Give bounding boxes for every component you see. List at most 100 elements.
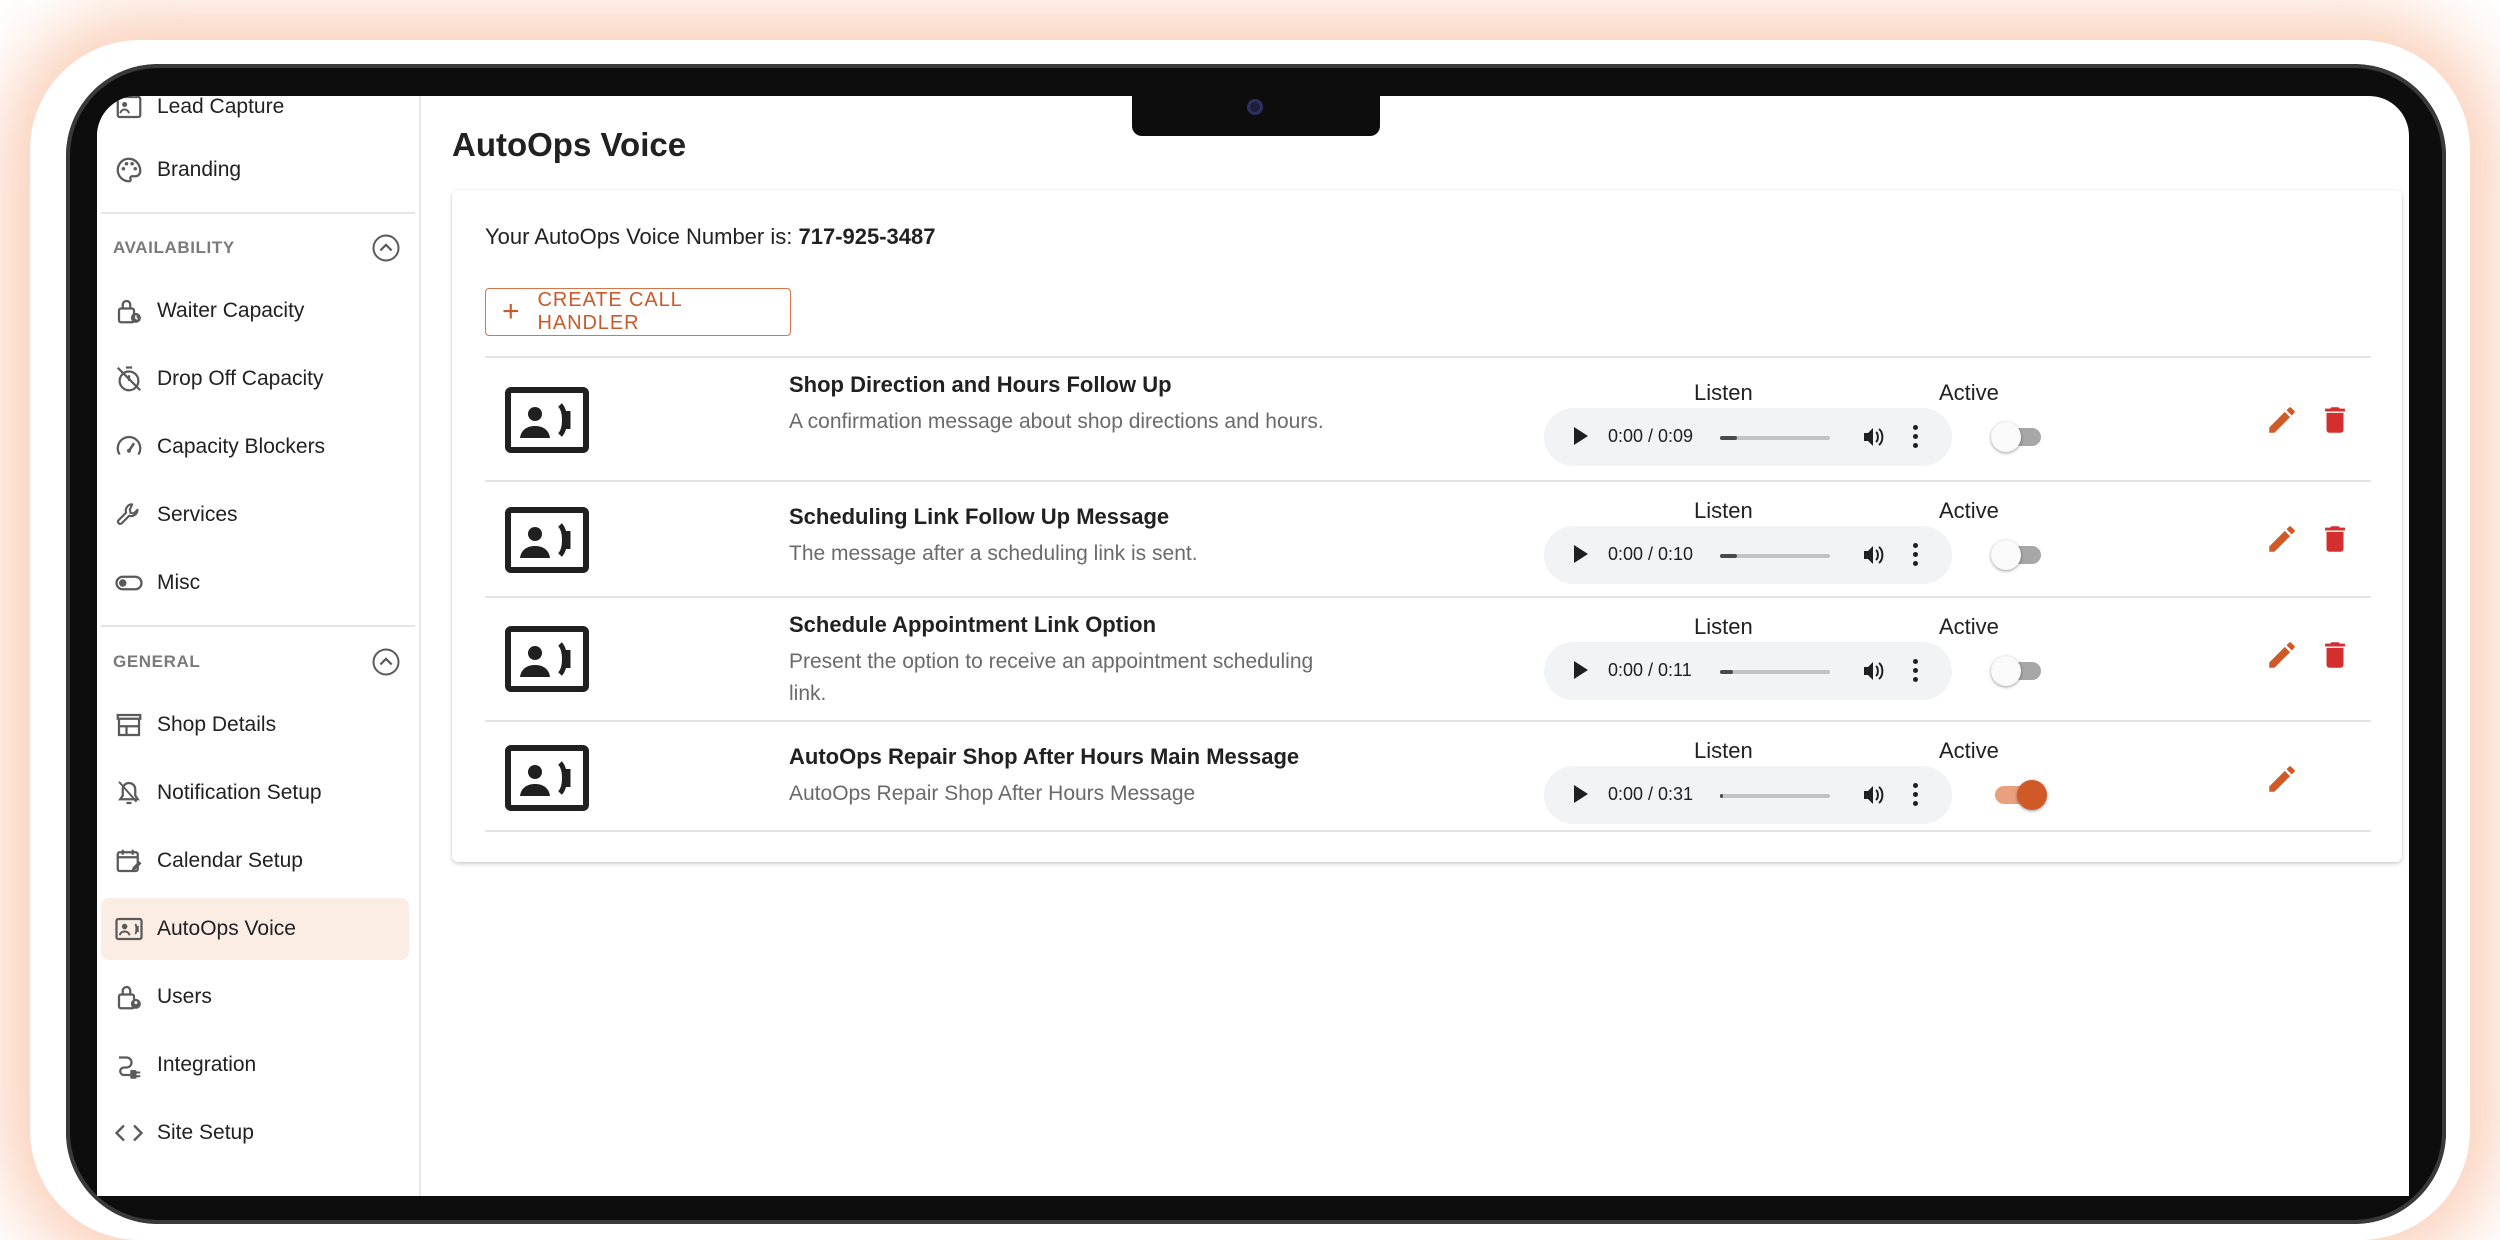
edit-icon[interactable] [2265, 522, 2299, 556]
play-icon[interactable] [1574, 427, 1588, 445]
sidebar-item-label: Services [157, 503, 238, 526]
listen-label: Listen [1694, 738, 1753, 763]
play-icon[interactable] [1574, 785, 1588, 803]
sidebar-item-label: Misc [157, 571, 201, 594]
audio-player[interactable]: 0:00 / 0:10 [1544, 526, 1952, 584]
contact-phone-icon [505, 387, 589, 453]
audio-player[interactable]: 0:00 / 0:11 [1544, 642, 1952, 700]
volume-icon[interactable] [1862, 660, 1886, 682]
sidebar-item-label: Drop Off Capacity [157, 367, 324, 390]
palette-icon [101, 155, 157, 185]
sidebar-item-label: Integration [157, 1053, 257, 1076]
audio-time: 0:00 / 0:11 [1608, 660, 1692, 680]
edit-icon[interactable] [2265, 403, 2299, 437]
audio-time: 0:00 / 0:10 [1608, 544, 1694, 564]
more-vert-icon[interactable] [1913, 543, 1919, 567]
audio-seek-bar[interactable] [1720, 554, 1830, 558]
active-label: Active [1939, 614, 1999, 639]
sidebar-item-lead-capture[interactable]: Lead Capture [101, 96, 409, 138]
more-vert-icon[interactable] [1913, 783, 1919, 807]
camera-icon [1247, 99, 1263, 115]
volume-icon[interactable] [1862, 426, 1886, 448]
audio-progress [1720, 670, 1734, 674]
contact-phone-icon [505, 745, 589, 811]
sidebar-divider [101, 625, 415, 627]
chevron-up-circle-icon[interactable] [371, 233, 401, 263]
sidebar-item-label: Lead Capture [157, 96, 285, 118]
handler-row: Scheduling Link Follow Up Message The me… [485, 480, 2371, 598]
volume-icon[interactable] [1862, 544, 1886, 566]
section-header-availability[interactable]: AVAILABILITY [97, 228, 411, 268]
contact-phone-icon [505, 507, 589, 573]
lock-clock-icon [101, 296, 157, 326]
edit-icon[interactable] [2265, 762, 2299, 796]
handler-title: AutoOps Repair Shop After Hours Main Mes… [789, 744, 1300, 769]
sidebar-item-autoops-voice[interactable]: AutoOps Voice [101, 898, 409, 960]
section-header-general[interactable]: GENERAL [97, 642, 411, 682]
more-vert-icon[interactable] [1913, 425, 1919, 449]
audio-player[interactable]: 0:00 / 0:09 [1544, 408, 1952, 466]
handler-title: Scheduling Link Follow Up Message [789, 504, 1170, 529]
audio-time: 0:00 / 0:31 [1608, 784, 1694, 804]
timer-off-icon [101, 364, 157, 394]
audio-seek-bar[interactable] [1720, 794, 1830, 798]
sidebar-item-label: Site Setup [157, 1121, 254, 1144]
sidebar-item-site-setup[interactable]: Site Setup [101, 1102, 409, 1164]
handler-title: Schedule Appointment Link Option [789, 612, 1157, 637]
handler-description: The message after a scheduling link is s… [789, 542, 1198, 565]
audio-seek-bar[interactable] [1720, 436, 1830, 440]
audio-seek-bar[interactable] [1720, 670, 1830, 674]
listen-label: Listen [1694, 498, 1753, 523]
create-call-handler-button[interactable]: + CREATE CALL HANDLER [485, 288, 791, 336]
sidebar-item-users[interactable]: Users [101, 966, 409, 1028]
play-icon[interactable] [1574, 545, 1588, 563]
active-label: Active [1939, 380, 1999, 405]
section-title: GENERAL [113, 652, 201, 671]
sidebar-item-misc[interactable]: Misc [101, 552, 409, 614]
active-toggle[interactable] [1991, 652, 2043, 688]
sidebar-item-label: AutoOps Voice [157, 917, 296, 940]
sidebar-item-services[interactable]: Services [101, 484, 409, 546]
active-toggle[interactable] [1991, 536, 2043, 572]
audio-time: 0:00 / 0:09 [1608, 426, 1694, 446]
voice-card: Your AutoOps Voice Number is: 717-925-34… [452, 190, 2402, 862]
audio-player[interactable]: 0:00 / 0:31 [1544, 766, 1952, 824]
handler-row: AutoOps Repair Shop After Hours Main Mes… [485, 720, 2371, 832]
edit-icon[interactable] [2265, 638, 2299, 672]
voice-number-line: Your AutoOps Voice Number is: 717-925-34… [485, 224, 936, 250]
active-toggle[interactable] [1991, 418, 2043, 454]
sidebar-item-integration[interactable]: Integration [101, 1034, 409, 1096]
delete-icon[interactable] [2318, 403, 2352, 437]
plus-icon: + [502, 295, 520, 328]
volume-icon[interactable] [1862, 784, 1886, 806]
audio-progress [1720, 554, 1737, 558]
listen-label: Listen [1694, 614, 1753, 639]
handler-description: Present the option to receive an appoint… [789, 650, 1314, 705]
sidebar-item-calendar-setup[interactable]: Calendar Setup [101, 830, 409, 892]
sidebar-item-notification-setup[interactable]: Notification Setup [101, 762, 409, 824]
lead-capture-icon [101, 96, 157, 122]
contact-phone-icon [505, 626, 589, 692]
sidebar-item-branding[interactable]: Branding [101, 139, 409, 201]
handler-description: A confirmation message about shop direct… [789, 410, 1324, 433]
sidebar-item-shop-details[interactable]: Shop Details [101, 694, 409, 756]
create-call-handler-label: CREATE CALL HANDLER [537, 289, 682, 334]
delete-icon[interactable] [2318, 522, 2352, 556]
calendar-edit-icon [101, 846, 157, 876]
sidebar-item-label: Calendar Setup [157, 849, 303, 872]
chevron-up-circle-icon[interactable] [371, 647, 401, 677]
handler-row: Schedule Appointment Link Option Present… [485, 596, 2371, 722]
handler-title: Shop Direction and Hours Follow Up [789, 372, 1172, 397]
sidebar-item-capacity-blockers[interactable]: Capacity Blockers [101, 416, 409, 478]
more-vert-icon[interactable] [1913, 659, 1919, 683]
sidebar: Lead Capture Branding AVAILABILITY Waite… [97, 96, 421, 1196]
sidebar-item-waiter-capacity[interactable]: Waiter Capacity [101, 280, 409, 342]
sidebar-item-label: Waiter Capacity [157, 299, 305, 322]
voice-number-label: Your AutoOps Voice Number is: [485, 224, 793, 249]
active-toggle[interactable] [1991, 776, 2047, 812]
section-title: AVAILABILITY [113, 238, 235, 257]
audio-progress [1720, 794, 1724, 798]
sidebar-item-drop-off-capacity[interactable]: Drop Off Capacity [101, 348, 409, 410]
delete-icon[interactable] [2318, 638, 2352, 672]
play-icon[interactable] [1574, 661, 1588, 679]
